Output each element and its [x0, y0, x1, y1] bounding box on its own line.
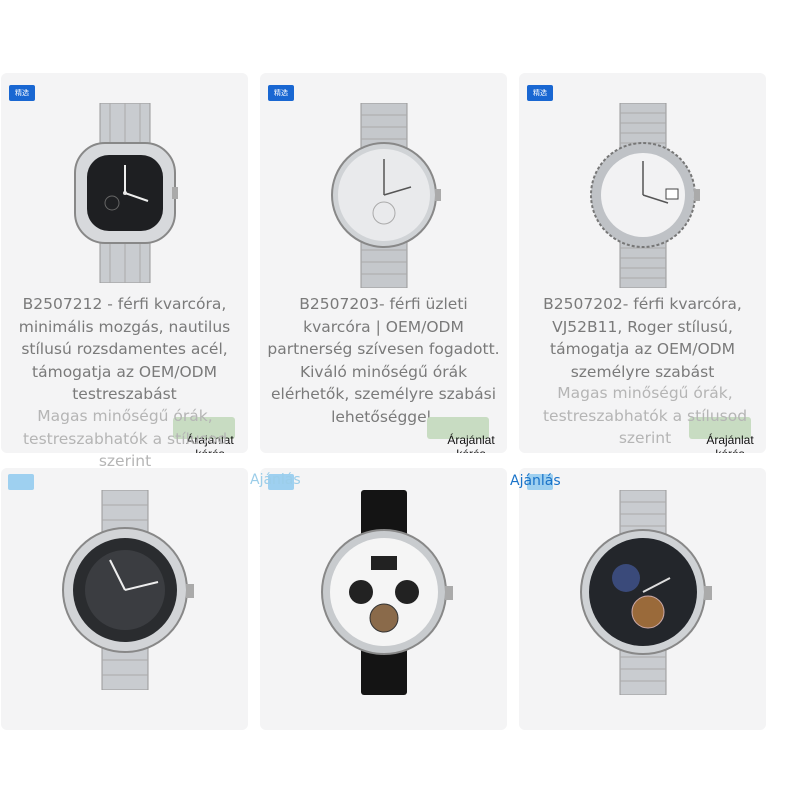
- quote-request-button-2[interactable]: Árajánlat kérés: [431, 433, 507, 453]
- ghost-description-3: Magas minőségű órák, testreszabhatók a s…: [542, 384, 748, 447]
- watch-image-6: [579, 490, 712, 695]
- watch-image-4: [61, 490, 194, 690]
- ghost-description-1: Magas minőségű órák, testreszabhatók a s…: [22, 407, 228, 470]
- product-card-5[interactable]: [260, 468, 507, 730]
- product-grid: 精选 B2507212 - férfi kvarcóra, minimális …: [0, 0, 800, 800]
- recommendation-link[interactable]: Ajánlás: [510, 473, 561, 489]
- featured-badge: 精选: [268, 85, 294, 101]
- watch-image-3: [589, 103, 700, 288]
- product-title-3: B2507202- férfi kvarcóra, VJ52B11, Roger…: [543, 295, 742, 381]
- product-title-1: B2507212 - férfi kvarcóra, minimális moz…: [18, 295, 231, 403]
- product-card-1[interactable]: 精选 B2507212 - férfi kvarcóra, minimális …: [1, 73, 248, 453]
- product-card-6[interactable]: [519, 468, 766, 730]
- watch-image-5: [320, 490, 453, 695]
- watch-image-1: [73, 103, 178, 283]
- faded-badge-icon: [8, 474, 34, 490]
- watch-image-2: [330, 103, 441, 288]
- recommendation-link-faded[interactable]: Ajánlás: [250, 472, 301, 488]
- product-card-2[interactable]: 精选 B2507203- férfi üzleti kvarcóra | OEM…: [260, 73, 507, 453]
- product-card-4[interactable]: [1, 468, 248, 730]
- product-title-2: B2507203- férfi üzleti kvarcóra | OEM/OD…: [267, 295, 500, 426]
- featured-badge: 精选: [9, 85, 35, 101]
- featured-badge: 精选: [527, 85, 553, 101]
